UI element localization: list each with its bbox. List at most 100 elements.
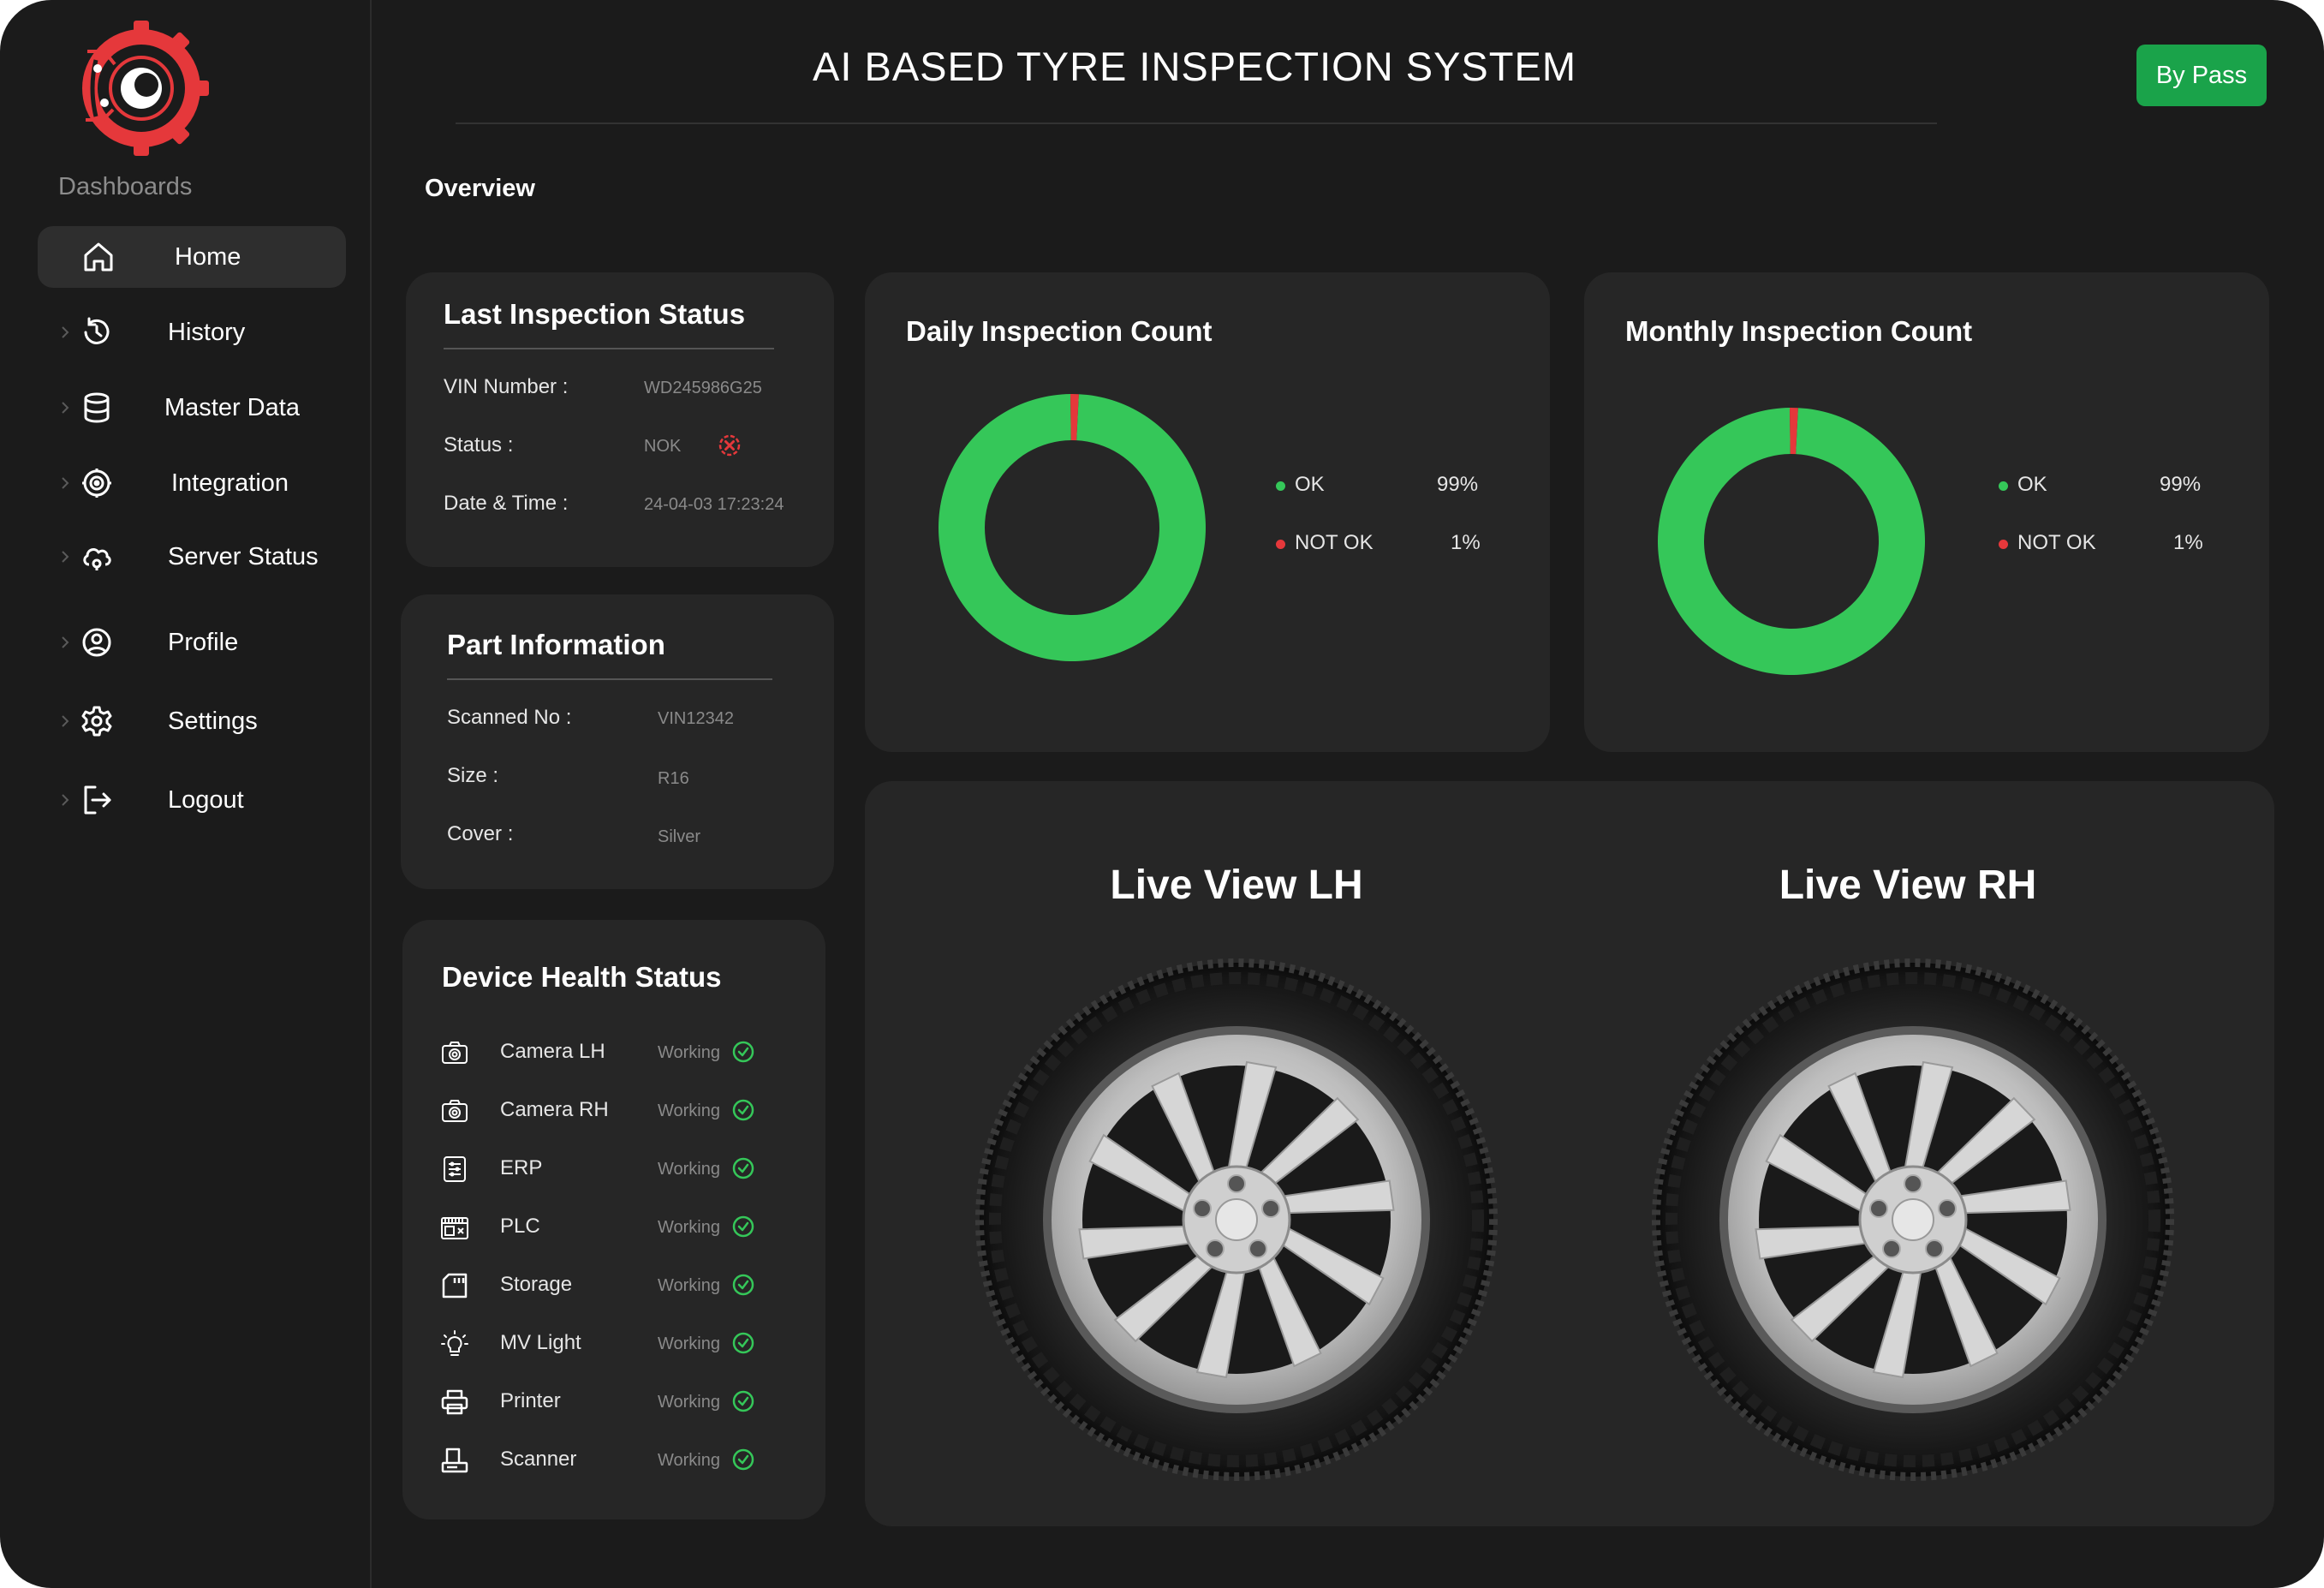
chart-title: Monthly Inspection Count xyxy=(1625,315,1973,347)
device-row-plc: PLC Working xyxy=(402,1209,822,1244)
sidebar-item-history[interactable]: History xyxy=(38,301,346,363)
card-divider xyxy=(447,678,772,680)
chevron-right-icon xyxy=(62,402,69,414)
printer-icon xyxy=(441,1389,468,1415)
check-circle-icon xyxy=(732,1041,754,1063)
sidebar-item-home[interactable]: Home xyxy=(38,226,346,288)
device-row-storage: Storage Working xyxy=(402,1268,822,1302)
live-view-card: Live View LH Live View RH xyxy=(865,781,2274,1526)
device-name: Camera RH xyxy=(500,1098,609,1121)
device-status: Working xyxy=(658,1218,720,1237)
chevron-right-icon xyxy=(62,477,69,489)
card-title: Device Health Status xyxy=(442,961,722,993)
check-circle-icon xyxy=(732,1157,754,1179)
check-circle-icon xyxy=(732,1448,754,1471)
chevron-right-icon xyxy=(62,794,69,806)
device-row-scanner: Scanner Working xyxy=(402,1442,822,1477)
sidebar-item-label: Logout xyxy=(168,785,244,814)
legend-label-not-ok: NOT OK xyxy=(1295,531,1374,554)
device-name: ERP xyxy=(500,1156,543,1179)
camera-icon xyxy=(442,1042,468,1064)
chevron-right-icon xyxy=(62,715,69,727)
device-row-camera-rh: Camera RH Working xyxy=(402,1093,822,1127)
sidebar-item-label: Server Status xyxy=(168,542,319,570)
bypass-button[interactable]: By Pass xyxy=(2136,45,2267,106)
last-inspection-card: Last Inspection Status VIN Number : WD24… xyxy=(406,272,834,567)
chevron-right-icon xyxy=(62,326,69,338)
sidebar-item-label: Profile xyxy=(168,628,239,656)
chevron-right-icon xyxy=(62,551,69,563)
logout-icon xyxy=(84,785,111,815)
card-divider xyxy=(444,348,774,349)
sidebar-item-settings[interactable]: Settings xyxy=(38,690,346,752)
device-status: Working xyxy=(658,1043,720,1062)
title-divider xyxy=(456,122,1937,124)
sidebar-item-label: Settings xyxy=(168,707,258,735)
vin-value: WD245986G25 xyxy=(644,379,762,397)
sidebar: Dashboards Home History Master Data Inte… xyxy=(0,0,372,1588)
card-title: Part Information xyxy=(447,629,665,660)
chart-title: Daily Inspection Count xyxy=(906,315,1213,347)
check-circle-icon xyxy=(732,1099,754,1121)
check-circle-icon xyxy=(732,1332,754,1354)
scanned-no-label: Scanned No : xyxy=(447,706,572,729)
sidebar-item-integration[interactable]: Integration xyxy=(38,452,346,514)
check-circle-icon xyxy=(732,1215,754,1238)
device-name: PLC xyxy=(500,1215,540,1238)
legend-dot-ok xyxy=(1999,481,2008,491)
device-name: Scanner xyxy=(500,1448,577,1471)
daily-donut-chart xyxy=(939,394,1206,661)
device-name: Storage xyxy=(500,1273,573,1296)
sidebar-section-label: Dashboards xyxy=(58,173,193,200)
erp-icon xyxy=(444,1156,466,1182)
scanner-icon xyxy=(441,1448,468,1473)
check-circle-icon xyxy=(732,1390,754,1412)
device-status: Working xyxy=(658,1334,720,1353)
live-view-lh-title: Live View LH xyxy=(1110,863,1363,908)
database-icon xyxy=(84,392,110,423)
sidebar-item-label: Integration xyxy=(171,469,289,497)
sidebar-item-label: Master Data xyxy=(164,393,300,421)
datetime-value: 24-04-03 17:23:24 xyxy=(644,495,784,514)
integration-icon xyxy=(82,469,111,498)
legend-value-ok: 99% xyxy=(1437,473,1479,496)
live-view-rh-title: Live View RH xyxy=(1779,863,2037,908)
home-icon xyxy=(84,242,113,272)
legend-dot-not-ok xyxy=(1276,540,1285,549)
cloud-server-icon xyxy=(83,548,111,570)
device-row-camera-lh: Camera LH Working xyxy=(402,1035,822,1069)
device-row-erp: ERP Working xyxy=(402,1151,822,1185)
error-icon xyxy=(718,434,741,457)
legend-label-ok: OK xyxy=(2017,473,2047,496)
sidebar-item-master-data[interactable]: Master Data xyxy=(38,377,346,439)
device-status: Working xyxy=(658,1276,720,1295)
legend-label-ok: OK xyxy=(1295,473,1325,496)
sidebar-item-server-status[interactable]: Server Status xyxy=(38,526,346,588)
user-circle-icon xyxy=(82,628,111,657)
sidebar-item-logout[interactable]: Logout xyxy=(38,769,346,831)
device-status: Working xyxy=(658,1451,720,1470)
section-heading: Overview xyxy=(425,175,535,202)
app-logo-icon xyxy=(82,21,209,156)
size-value: R16 xyxy=(658,769,689,788)
history-icon xyxy=(84,317,110,344)
legend-value-not-ok: 1% xyxy=(2173,531,2203,554)
tyre-image-lh xyxy=(974,958,1499,1482)
monthly-donut-chart xyxy=(1658,408,1925,675)
vin-label: VIN Number : xyxy=(444,375,569,398)
scanned-no-value: VIN12342 xyxy=(658,709,734,728)
light-bulb-icon xyxy=(441,1330,468,1356)
sidebar-item-profile[interactable]: Profile xyxy=(38,612,346,673)
cover-value: Silver xyxy=(658,827,701,846)
monthly-inspection-card: Monthly Inspection Count OK 99% NOT OK 1… xyxy=(1584,272,2269,752)
device-name: MV Light xyxy=(500,1331,581,1354)
check-circle-icon xyxy=(732,1274,754,1296)
legend-dot-ok xyxy=(1276,481,1285,491)
sidebar-item-label: History xyxy=(168,318,246,346)
status-value: NOK xyxy=(644,437,682,456)
legend-value-not-ok: 1% xyxy=(1451,531,1481,554)
tyre-image-rh xyxy=(1651,958,2175,1482)
size-label: Size : xyxy=(447,764,499,787)
device-name: Printer xyxy=(500,1389,561,1412)
plc-icon xyxy=(441,1217,468,1239)
